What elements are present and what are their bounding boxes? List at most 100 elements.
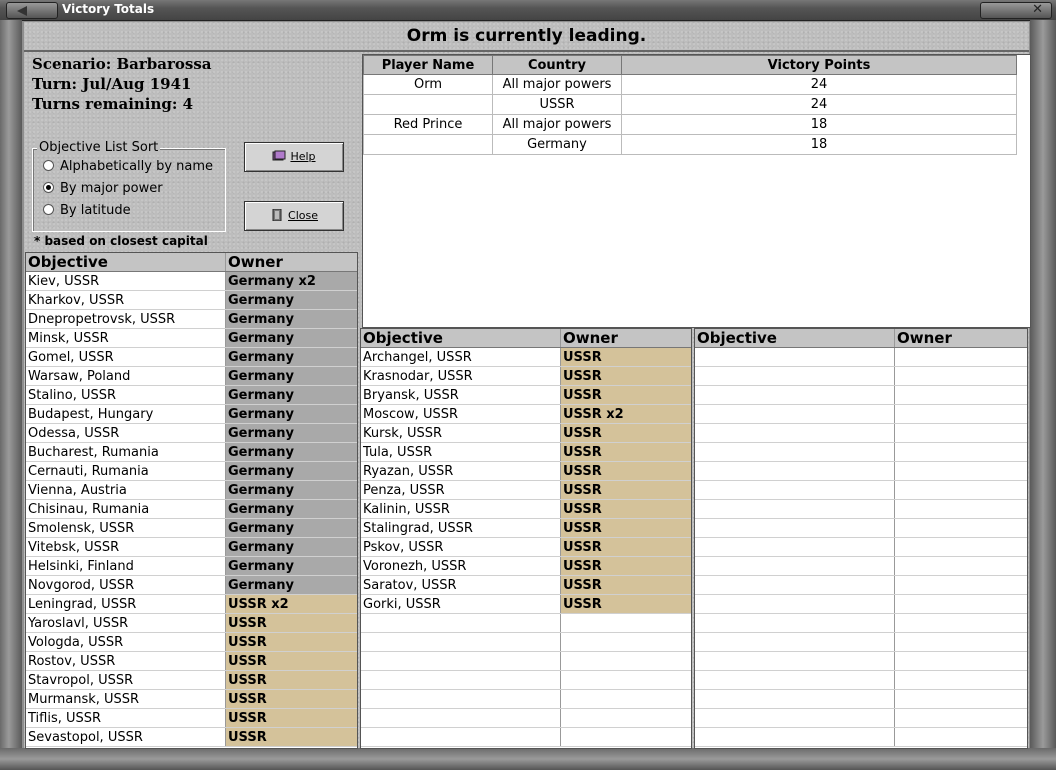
table-row[interactable]: Orm All major powers 24 [363, 74, 1017, 95]
footnote: * based on closest capital [34, 234, 208, 248]
owner-cell [894, 480, 1027, 500]
table-row[interactable]: Bryansk, USSR USSR [361, 385, 691, 405]
sort-alpha-radio[interactable]: Alphabetically by name [43, 159, 213, 174]
window-close-button[interactable]: ✕ [980, 2, 1052, 19]
objective-cell: Leningrad, USSR [26, 594, 226, 614]
country-cell: All major powers [492, 114, 622, 135]
table-row[interactable]: Dnepropetrovsk, USSR Germany [26, 309, 357, 329]
table-row[interactable]: Ryazan, USSR USSR [361, 461, 691, 481]
close-button[interactable]: Close [244, 201, 344, 231]
table-row[interactable]: Voronezh, USSR USSR [361, 556, 691, 576]
sort-power-radio[interactable]: By major power [43, 181, 163, 196]
table-row [695, 594, 1027, 614]
help-button[interactable]: Help [244, 142, 344, 172]
owner-cell [560, 670, 691, 690]
table-header-row: Objective Owner [695, 329, 1027, 348]
table-row[interactable]: Moscow, USSR USSR x2 [361, 404, 691, 424]
table-row[interactable]: Saratov, USSR USSR [361, 575, 691, 595]
country-cell: All major powers [492, 74, 622, 95]
table-row[interactable]: Warsaw, Poland Germany [26, 366, 357, 386]
radio-off-icon [43, 204, 54, 215]
objective-cell [695, 404, 895, 424]
objective-cell: Chisinau, Rumania [26, 499, 226, 519]
objective-cell: Vienna, Austria [26, 480, 226, 500]
objective-cell [695, 651, 895, 671]
help-label: Help [290, 150, 316, 163]
objective-cell [695, 423, 895, 443]
table-row[interactable]: Stalino, USSR Germany [26, 385, 357, 405]
table-row[interactable]: Helsinki, Finland Germany [26, 556, 357, 576]
victory-panel: Orm is currently leading. Scenario: Barb… [24, 22, 1031, 749]
table-row[interactable]: Murmansk, USSR USSR [26, 689, 357, 709]
table-row[interactable]: Sevastopol, USSR USSR [26, 727, 357, 747]
title-bar: Victory Totals ✕ [0, 0, 1056, 21]
table-row[interactable]: Vienna, Austria Germany [26, 480, 357, 500]
table-row[interactable]: Yaroslavl, USSR USSR [26, 613, 357, 633]
objectives-list-right[interactable]: Objective Owner [694, 328, 1028, 749]
owner-cell: USSR [560, 461, 691, 481]
table-row[interactable]: Odessa, USSR Germany [26, 423, 357, 443]
objective-cell: Kiev, USSR [26, 271, 226, 291]
objective-cell: Vologda, USSR [26, 632, 226, 652]
objective-cell: Krasnodar, USSR [361, 366, 561, 386]
table-row[interactable]: Vitebsk, USSR Germany [26, 537, 357, 557]
table-row[interactable]: Tula, USSR USSR [361, 442, 691, 462]
objective-cell: Smolensk, USSR [26, 518, 226, 538]
table-row[interactable]: Stalingrad, USSR USSR [361, 518, 691, 538]
sort-latitude-radio[interactable]: By latitude [43, 203, 131, 218]
table-row[interactable]: Tiflis, USSR USSR [26, 708, 357, 728]
objective-cell [695, 537, 895, 557]
table-row[interactable]: Minsk, USSR Germany [26, 328, 357, 348]
table-row[interactable]: Kalinin, USSR USSR [361, 499, 691, 519]
table-row[interactable]: Germany 18 [363, 134, 1017, 155]
table-row[interactable]: Stavropol, USSR USSR [26, 670, 357, 690]
table-row[interactable]: Vologda, USSR USSR [26, 632, 357, 652]
table-row[interactable]: Kursk, USSR USSR [361, 423, 691, 443]
table-row[interactable]: Budapest, Hungary Germany [26, 404, 357, 424]
owner-cell: Germany [225, 385, 357, 405]
window-menu-button[interactable] [6, 2, 58, 19]
owner-cell: USSR [560, 347, 691, 367]
table-row[interactable]: Krasnodar, USSR USSR [361, 366, 691, 386]
table-row[interactable]: Kiev, USSR Germany x2 [26, 271, 357, 291]
objective-cell: Budapest, Hungary [26, 404, 226, 424]
table-row[interactable]: Rostov, USSR USSR [26, 651, 357, 671]
table-row[interactable]: Kharkov, USSR Germany [26, 290, 357, 310]
table-row[interactable]: Gomel, USSR Germany [26, 347, 357, 367]
owner-cell: Germany x2 [225, 271, 357, 291]
table-row[interactable]: Pskov, USSR USSR [361, 537, 691, 557]
table-row[interactable]: Gorki, USSR USSR [361, 594, 691, 614]
objectives-list-middle[interactable]: Objective Owner Archangel, USSR USSR Krasn… [360, 328, 692, 749]
table-row[interactable]: USSR 24 [363, 94, 1017, 115]
owner-cell [894, 556, 1027, 576]
frame-bottom [0, 748, 1056, 770]
objective-cell [695, 442, 895, 462]
table-row[interactable]: Chisinau, Rumania Germany [26, 499, 357, 519]
objectives-list-left[interactable]: Objective Owner Kiev, USSR Germany x2 Khar… [25, 252, 358, 749]
owner-cell: Germany [225, 404, 357, 424]
objective-cell [695, 632, 895, 652]
table-row[interactable]: Novgorod, USSR Germany [26, 575, 357, 595]
table-row[interactable]: Leningrad, USSR USSR x2 [26, 594, 357, 614]
col-owner: Owner [894, 329, 1027, 348]
table-row[interactable]: Cernauti, Rumania Germany [26, 461, 357, 481]
player-name-cell [363, 134, 493, 155]
turn-label: Turn: Jul/Aug 1941 [32, 75, 192, 93]
objective-cell [361, 651, 561, 671]
owner-cell: USSR [560, 594, 691, 614]
owner-cell [894, 404, 1027, 424]
owner-cell: USSR [560, 537, 691, 557]
owner-cell: USSR [560, 480, 691, 500]
table-header-row: Objective Owner [26, 253, 357, 272]
table-row[interactable]: Red Prince All major powers 18 [363, 114, 1017, 135]
table-row[interactable]: Bucharest, Rumania Germany [26, 442, 357, 462]
scenario-info: Scenario: Barbarossa Turn: Jul/Aug 1941 … [32, 54, 212, 114]
objective-cell: Yaroslavl, USSR [26, 613, 226, 633]
owner-cell: USSR [560, 442, 691, 462]
owner-cell: USSR [560, 385, 691, 405]
table-row[interactable]: Archangel, USSR USSR [361, 347, 691, 367]
points-cell: 24 [621, 74, 1017, 95]
table-row[interactable]: Smolensk, USSR Germany [26, 518, 357, 538]
table-row [695, 632, 1027, 652]
table-row[interactable]: Penza, USSR USSR [361, 480, 691, 500]
